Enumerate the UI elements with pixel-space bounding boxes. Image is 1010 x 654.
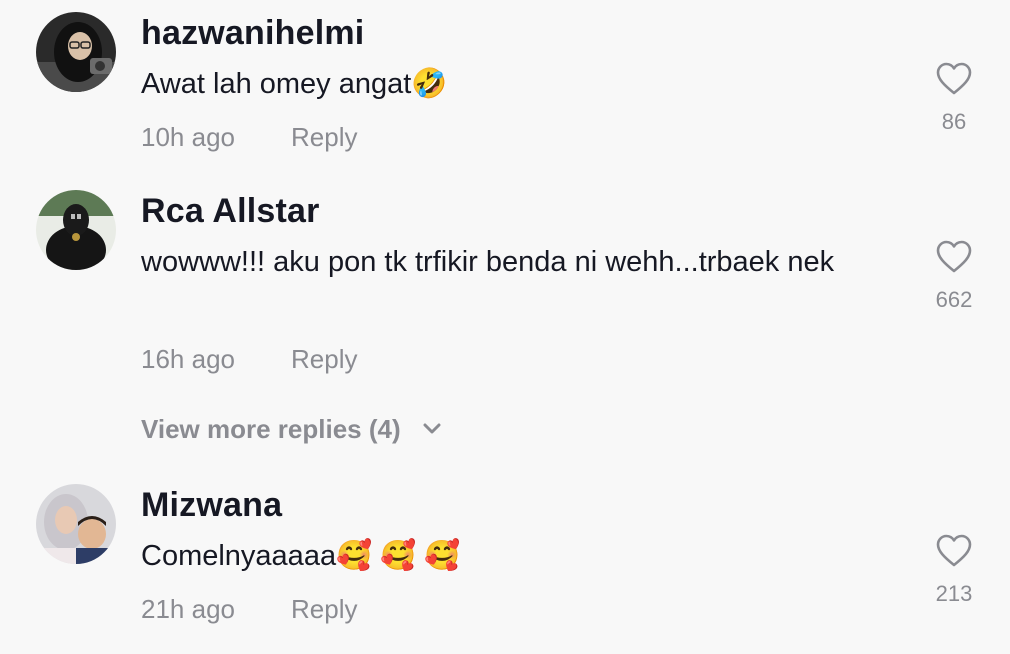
reply-button[interactable]: Reply xyxy=(291,344,357,375)
like-count: 86 xyxy=(941,109,967,134)
comment-text: Awat lah omey angat🤣 xyxy=(141,68,448,100)
reply-button[interactable]: Reply xyxy=(291,594,357,625)
comment-username[interactable]: Rca Allstar xyxy=(141,192,320,231)
heart-outline-icon xyxy=(936,534,972,567)
comment-timestamp: 16h ago xyxy=(141,344,235,374)
like-button[interactable]: 86 xyxy=(918,62,990,135)
comment-username[interactable]: hazwanihelmi xyxy=(141,14,364,53)
heart-outline-icon xyxy=(936,240,972,273)
comment-meta: 21h ago Reply xyxy=(141,594,357,625)
avatar-image xyxy=(36,484,116,564)
comment-meta: 10h ago Reply xyxy=(141,122,357,153)
comment-timestamp: 21h ago xyxy=(141,594,235,624)
comment-username[interactable]: Mizwana xyxy=(141,486,282,525)
like-button[interactable]: 662 xyxy=(918,240,990,313)
comment-timestamp: 10h ago xyxy=(141,122,235,152)
avatar[interactable] xyxy=(36,190,116,270)
like-count: 213 xyxy=(935,581,973,606)
view-more-replies-button[interactable]: View more replies (4) xyxy=(141,414,442,445)
comment-text: wowww!!! aku pon tk trfikir benda ni weh… xyxy=(141,246,835,278)
comment-text: Comelnyaaaaa🥰 🥰 🥰 xyxy=(141,540,461,572)
chevron-down-icon xyxy=(423,423,441,434)
like-button[interactable]: 213 xyxy=(918,534,990,607)
comment-meta: 16h ago Reply xyxy=(141,344,357,375)
heart-outline-icon xyxy=(936,62,972,95)
avatar[interactable] xyxy=(36,12,116,92)
avatar[interactable] xyxy=(36,484,116,564)
like-count: 662 xyxy=(935,287,973,312)
reply-button[interactable]: Reply xyxy=(291,122,357,153)
view-more-replies-label: View more replies (4) xyxy=(141,414,401,444)
avatar-image xyxy=(36,190,116,270)
avatar-image xyxy=(36,12,116,92)
